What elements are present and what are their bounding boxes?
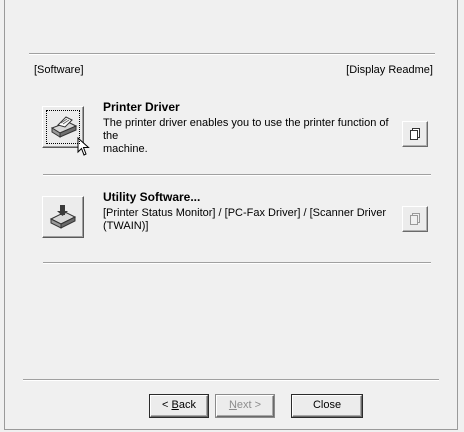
utility-software-button[interactable]	[42, 196, 84, 238]
mouse-cursor-icon	[77, 137, 90, 156]
back-button-arrow: <	[162, 399, 172, 411]
utility-software-description-line1: [Printer Status Monitor] / [PC-Fax Drive…	[103, 207, 387, 219]
back-button-mnemonic: B	[171, 399, 179, 411]
printer-driver-description-line2: machine.	[103, 143, 148, 155]
back-button[interactable]: < Back	[150, 395, 208, 417]
printer-driver-title: Printer Driver	[103, 100, 180, 114]
printer-icon	[50, 116, 78, 138]
top-divider	[29, 53, 435, 55]
printer-driver-readme-button[interactable]	[402, 121, 428, 147]
readme-pages-icon-disabled	[410, 213, 420, 225]
utility-software-icon	[49, 205, 77, 229]
close-button[interactable]: Close	[292, 395, 362, 417]
printer-driver-button[interactable]	[42, 106, 90, 156]
items-divider	[43, 174, 431, 176]
close-button-label: Close	[312, 399, 342, 411]
display-readme-heading: [Display Readme]	[346, 64, 433, 76]
footer-divider	[23, 379, 439, 381]
utility-software-readme-button	[402, 206, 428, 232]
setup-dialog: [Software] [Display Readme] Printer Driv…	[4, 0, 458, 430]
back-button-label: ack	[178, 399, 196, 411]
printer-driver-description-line1: The printer driver enables you to use th…	[103, 117, 389, 142]
utility-software-description: [Printer Status Monitor] / [PC-Fax Drive…	[103, 207, 403, 233]
next-button-label: ext >	[236, 399, 262, 411]
list-bottom-divider	[43, 262, 431, 264]
next-button-mnemonic: N	[228, 399, 237, 411]
software-heading: [Software]	[34, 64, 84, 76]
utility-software-description-line2: (TWAIN)]	[103, 220, 149, 232]
utility-software-title: Utility Software...	[103, 190, 201, 204]
printer-driver-description: The printer driver enables you to use th…	[103, 117, 403, 156]
readme-pages-icon	[410, 128, 420, 140]
next-button[interactable]: Next >	[216, 395, 274, 417]
